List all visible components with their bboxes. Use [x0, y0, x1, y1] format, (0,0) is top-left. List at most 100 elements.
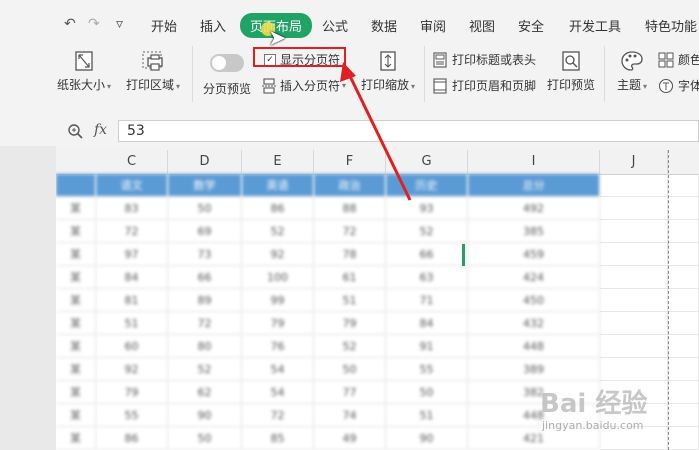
table-cell[interactable]: 72	[168, 312, 242, 335]
tab-insert[interactable]: 插入	[200, 16, 226, 35]
print-header-footer-button[interactable]: 打印页眉和页脚	[432, 77, 536, 94]
table-cell[interactable]: 99	[242, 289, 314, 312]
tab-formulas[interactable]: 公式	[322, 16, 348, 35]
table-cell[interactable]: 90	[386, 427, 468, 450]
insert-page-break-button[interactable]: 插入分页符 ▾	[262, 77, 346, 94]
formula-input[interactable]: 53	[118, 120, 699, 142]
row-name-cell[interactable]: 某	[56, 404, 96, 427]
table-header-cell[interactable]: 数学	[168, 174, 242, 197]
table-cell[interactable]: 63	[386, 266, 468, 289]
theme-fonts-button[interactable]: 字体	[658, 77, 699, 94]
table-cell[interactable]: 85	[242, 427, 314, 450]
row-name-cell[interactable]: 某	[56, 358, 96, 381]
theme-button[interactable]: 主题 ▾	[612, 50, 652, 93]
page-break-preview-button[interactable]: 分页预览	[200, 54, 254, 97]
row-name-cell[interactable]: 某	[56, 335, 96, 358]
table-cell[interactable]: 50	[314, 358, 386, 381]
table-cell[interactable]: 51	[96, 312, 168, 335]
table-cell[interactable]: 100	[242, 266, 314, 289]
table-cell[interactable]: 84	[386, 312, 468, 335]
tab-security[interactable]: 安全	[518, 16, 544, 35]
table-cell[interactable]: 66	[386, 243, 468, 266]
table-cell[interactable]: 52	[386, 220, 468, 243]
table-cell[interactable]: 52	[242, 220, 314, 243]
table-header-cell[interactable]	[56, 174, 96, 197]
table-cell[interactable]: 448	[468, 335, 600, 358]
row-name-cell[interactable]: 某	[56, 312, 96, 335]
table-cell[interactable]: 80	[168, 335, 242, 358]
table-cell[interactable]: 69	[168, 220, 242, 243]
table-cell[interactable]: 90	[168, 404, 242, 427]
table-cell[interactable]: 492	[468, 197, 600, 220]
table-cell[interactable]: 50	[386, 381, 468, 404]
table-cell[interactable]: 77	[314, 381, 386, 404]
table-cell[interactable]: 91	[386, 335, 468, 358]
table-cell[interactable]: 73	[168, 243, 242, 266]
table-cell[interactable]: 79	[242, 312, 314, 335]
row-name-cell[interactable]: 某	[56, 220, 96, 243]
table-cell[interactable]: 86	[96, 427, 168, 450]
table-cell[interactable]: 97	[96, 243, 168, 266]
tab-data[interactable]: 数据	[371, 16, 397, 35]
customize-quick-access-icon[interactable]: ▿	[116, 16, 123, 32]
table-cell[interactable]: 55	[96, 404, 168, 427]
undo-icon[interactable]: ↶	[64, 16, 76, 32]
table-header-cell[interactable]: 历史	[386, 174, 468, 197]
tab-home[interactable]: 开始	[151, 16, 177, 35]
column-header-i[interactable]: I	[468, 150, 600, 174]
table-header-cell[interactable]: 政治	[314, 174, 386, 197]
row-name-cell[interactable]: 某	[56, 243, 96, 266]
print-titles-button[interactable]: 打印标题或表头	[432, 51, 536, 68]
table-cell[interactable]: 51	[314, 289, 386, 312]
table-cell[interactable]: 459	[468, 243, 600, 266]
zoom-search-icon[interactable]	[67, 123, 83, 139]
table-cell[interactable]: 49	[314, 427, 386, 450]
column-header-f[interactable]: F	[314, 150, 386, 174]
table-cell[interactable]: 78	[314, 243, 386, 266]
table-cell[interactable]: 424	[468, 266, 600, 289]
table-header-cell[interactable]: 语文	[96, 174, 168, 197]
table-cell[interactable]: 432	[468, 312, 600, 335]
column-header-d[interactable]: D	[168, 150, 242, 174]
table-cell[interactable]: 92	[242, 243, 314, 266]
theme-colors-button[interactable]: 颜色	[658, 51, 699, 68]
redo-icon[interactable]: ↷	[88, 16, 100, 32]
table-cell[interactable]: 51	[386, 404, 468, 427]
paper-size-button[interactable]: 纸张大小 ▾	[54, 50, 114, 93]
table-cell[interactable]: 66	[168, 266, 242, 289]
page-break-preview-toggle[interactable]	[210, 54, 244, 72]
column-header-c[interactable]: C	[96, 150, 168, 174]
table-cell[interactable]: 62	[168, 381, 242, 404]
row-name-cell[interactable]: 某	[56, 289, 96, 312]
table-cell[interactable]: 79	[96, 381, 168, 404]
tab-view[interactable]: 视图	[469, 16, 495, 35]
table-cell[interactable]: 385	[468, 220, 600, 243]
table-cell[interactable]: 89	[168, 289, 242, 312]
table-cell[interactable]: 52	[168, 358, 242, 381]
row-name-cell[interactable]: 某	[56, 381, 96, 404]
table-header-cell[interactable]: 英语	[242, 174, 314, 197]
column-header-g[interactable]: G	[386, 150, 468, 174]
fx-icon[interactable]: fx	[94, 122, 107, 138]
table-cell[interactable]: 72	[96, 220, 168, 243]
table-cell[interactable]: 79	[314, 312, 386, 335]
table-cell[interactable]: 72	[242, 404, 314, 427]
table-cell[interactable]: 54	[242, 358, 314, 381]
table-cell[interactable]: 50	[168, 427, 242, 450]
print-area-button[interactable]: 打印区域 ▾	[122, 50, 184, 93]
table-cell[interactable]: 83	[96, 197, 168, 220]
table-cell[interactable]: 54	[242, 381, 314, 404]
table-cell[interactable]: 72	[314, 220, 386, 243]
row-name-cell[interactable]: 某	[56, 197, 96, 220]
print-preview-button[interactable]: 打印预览	[544, 50, 598, 93]
print-scale-button[interactable]: 打印缩放 ▾	[358, 50, 418, 93]
table-cell[interactable]: 50	[168, 197, 242, 220]
tab-developer[interactable]: 开发工具	[569, 16, 621, 35]
table-cell[interactable]: 81	[96, 289, 168, 312]
table-header-cell[interactable]: 总分	[468, 174, 600, 197]
table-cell[interactable]: 60	[96, 335, 168, 358]
table-cell[interactable]: 84	[96, 266, 168, 289]
table-cell[interactable]: 86	[242, 197, 314, 220]
table-cell[interactable]: 93	[386, 197, 468, 220]
column-header-j[interactable]: J	[600, 150, 668, 174]
